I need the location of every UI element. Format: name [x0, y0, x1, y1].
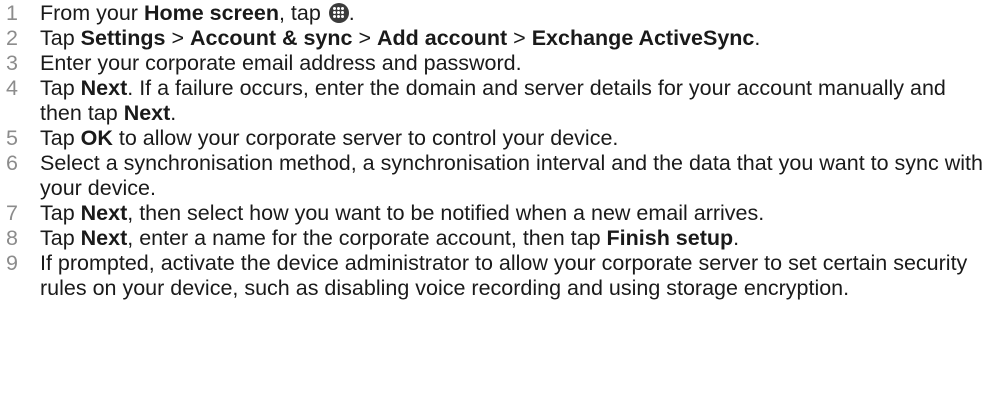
step-number: 8 — [6, 226, 18, 250]
step-text-fragment: From your — [40, 1, 144, 25]
step-text-fragment: , then select how you want to be notifie… — [127, 201, 765, 225]
ui-term: Home screen — [143, 1, 279, 25]
step-text-fragment: > — [352, 26, 377, 50]
step-text: Tap OK to allow your corporate server to… — [40, 126, 990, 151]
ui-term: Add account — [376, 26, 508, 50]
ui-term: Next — [80, 76, 128, 100]
ui-term: Settings — [80, 26, 166, 50]
step-text: Tap Settings > Account & sync > Add acco… — [40, 26, 990, 51]
ui-term: Finish setup — [606, 226, 734, 250]
step-item: 3 Enter your corporate email address and … — [0, 51, 990, 76]
ui-term: OK — [80, 126, 113, 150]
step-item: 1 From your Home screen, tap . — [0, 1, 990, 26]
step-number: 6 — [6, 151, 18, 175]
step-text: Enter your corporate email address and p… — [40, 51, 990, 76]
step-text-fragment: . — [348, 1, 355, 25]
step-text-fragment: > — [165, 26, 190, 50]
step-text-fragment: > — [507, 26, 532, 50]
step-text: Tap Next, enter a name for the corporate… — [40, 226, 990, 251]
ui-term: Account & sync — [189, 26, 353, 50]
step-item: 2 Tap Settings > Account & sync > Add acc… — [0, 26, 990, 51]
ui-term: Next — [80, 226, 128, 250]
step-text: Select a synchronisation method, a synch… — [40, 151, 990, 201]
step-text-fragment: Tap — [40, 26, 81, 50]
step-text: Tap Next, then select how you want to be… — [40, 201, 990, 226]
step-text-fragment: Tap — [40, 201, 81, 225]
step-number: 3 — [6, 51, 18, 75]
step-text-fragment: Tap — [40, 76, 81, 100]
ui-term: Next — [80, 201, 128, 225]
step-number: 2 — [6, 26, 18, 50]
step-text-fragment: , tap — [278, 1, 327, 25]
step-item: 6 Select a synchronisation method, a sync… — [0, 151, 990, 201]
step-text-fragment: . — [733, 226, 740, 250]
step-text-fragment: Enter your corporate email address and p… — [40, 51, 522, 75]
step-text-fragment: Select a synchronisation method, a synch… — [40, 151, 983, 200]
step-item: 8 Tap Next, enter a name for the corporat… — [0, 226, 990, 251]
step-text-fragment: to allow your corporate server to contro… — [112, 126, 619, 150]
step-text-fragment: , enter a name for the corporate account… — [127, 226, 607, 250]
step-number: 1 — [6, 1, 18, 25]
step-text: From your Home screen, tap . — [40, 1, 990, 26]
step-text: If prompted, activate the device adminis… — [40, 251, 990, 301]
step-number: 7 — [6, 201, 18, 225]
step-number: 5 — [6, 126, 18, 150]
step-item: 7 Tap Next, then select how you want to b… — [0, 201, 990, 226]
ui-term: Next — [123, 101, 171, 125]
step-text: Tap Next. If a failure occurs, enter the… — [40, 76, 990, 126]
ui-term: Exchange ActiveSync — [531, 26, 755, 50]
step-item: 9 If prompted, activate the device admini… — [0, 251, 990, 301]
step-number: 9 — [6, 251, 18, 275]
instruction-steps-list: 1 From your Home screen, tap . 2 Tap Settin… — [0, 1, 990, 301]
step-number: 4 — [6, 76, 18, 100]
step-text-fragment: If prompted, activate the device adminis… — [40, 251, 968, 300]
apps-icon — [328, 3, 349, 23]
step-item: 4 Tap Next. If a failure occurs, enter th… — [0, 76, 990, 126]
step-text-fragment: . — [754, 26, 761, 50]
step-text-fragment: Tap — [40, 126, 81, 150]
step-item: 5 Tap OK to allow your corporate server t… — [0, 126, 990, 151]
step-text-fragment: . — [170, 101, 177, 125]
step-text-fragment: Tap — [40, 226, 81, 250]
